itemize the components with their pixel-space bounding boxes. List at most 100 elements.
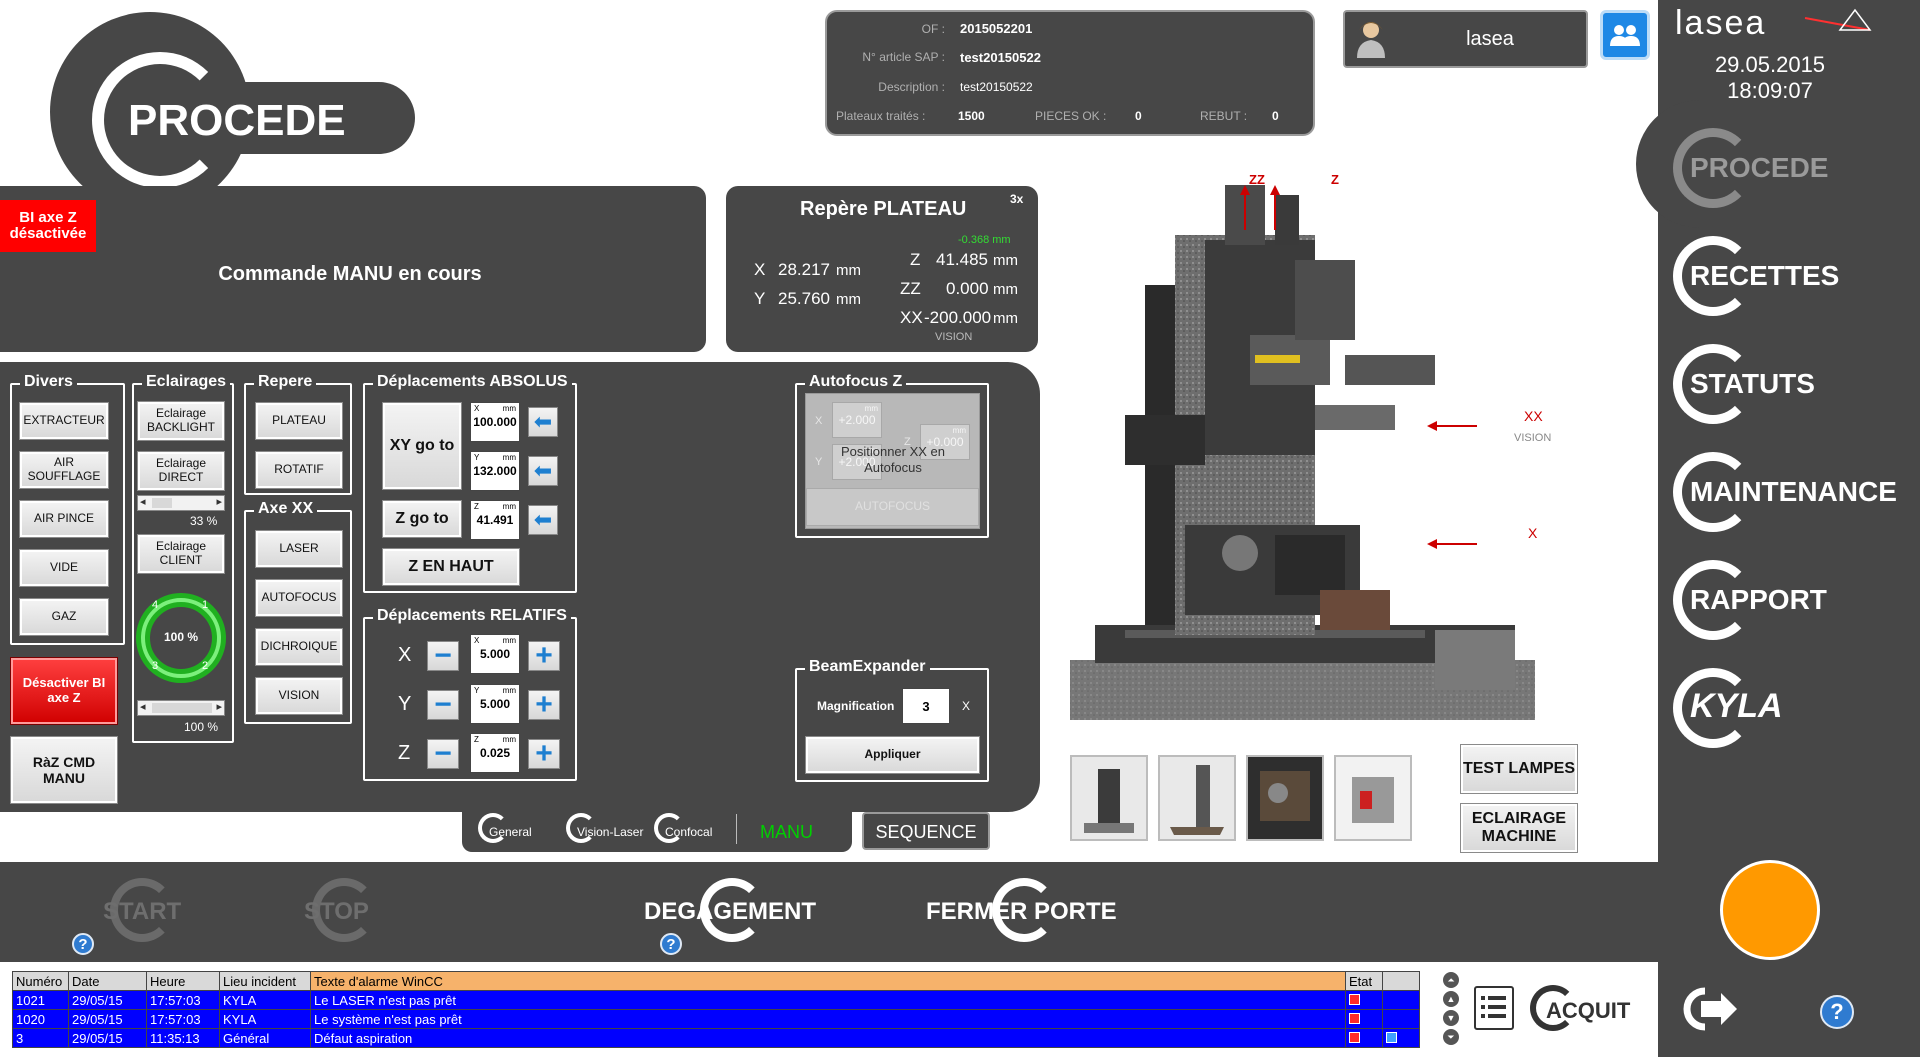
mode-general[interactable]: General	[478, 813, 558, 847]
af-z-unit: mm	[952, 426, 966, 435]
degagement-button[interactable]: DEGAGEMENT	[644, 898, 816, 926]
col-date[interactable]: Date	[68, 971, 147, 991]
slider-left-arrow-icon[interactable]: ◂	[140, 495, 146, 508]
abs-z-value: 41.491	[476, 513, 514, 527]
sap-value: test20150522	[960, 50, 1041, 65]
alarm-list-icon[interactable]	[1474, 986, 1514, 1030]
vide-button[interactable]: VIDE	[19, 549, 109, 587]
view-thumbnail-3[interactable]	[1246, 755, 1324, 841]
nav-recettes[interactable]: RECETTES	[1670, 228, 1920, 324]
plateau-button[interactable]: PLATEAU	[255, 402, 343, 440]
eclairage-backlight-button[interactable]: Eclairage BACKLIGHT	[137, 401, 225, 441]
rel-y-plus-button[interactable]: +	[528, 690, 560, 720]
table-row[interactable]: 3 29/05/15 11:35:13 Général Défaut aspir…	[12, 1028, 1420, 1048]
eclairage-direct-button[interactable]: Eclairage DIRECT	[137, 451, 225, 491]
reset-cmd-manu-button[interactable]: RàZ CMD MANU	[10, 736, 118, 804]
col-etat[interactable]: Etat	[1345, 971, 1383, 991]
help-icon[interactable]: ?	[1820, 995, 1854, 1029]
af-x-label: X	[815, 415, 823, 427]
rel-y-input[interactable]: Y mm 5.000	[470, 684, 520, 724]
acquit-button[interactable]: ACQUIT	[1546, 998, 1630, 1024]
alarm-etat-cell	[1345, 1009, 1383, 1029]
vision-button[interactable]: VISION	[255, 677, 343, 715]
col-lieu[interactable]: Lieu incident	[219, 971, 311, 991]
apply-y-arrow-icon[interactable]: ⬅	[528, 456, 558, 486]
alarm-etat-cell	[1345, 1028, 1383, 1048]
start-help-icon[interactable]: ?	[72, 933, 94, 955]
alarm-state-icon	[1349, 993, 1360, 1005]
alarm-lieu: KYLA	[219, 1009, 311, 1029]
nav-statuts[interactable]: STATUTS	[1670, 336, 1920, 432]
rel-z-plus-button[interactable]: +	[528, 739, 560, 769]
rel-z-input[interactable]: Z mm 0.025	[470, 733, 520, 773]
rel-x-plus-button[interactable]: +	[528, 641, 560, 671]
nav-maintenance[interactable]: MAINTENANCE	[1670, 444, 1920, 540]
direct-slider[interactable]: ◂ ▸	[137, 495, 225, 511]
autofocus-axis-button[interactable]: AUTOFOCUS	[255, 579, 343, 617]
nav-kyla[interactable]: KYLA	[1670, 660, 1920, 756]
apply-z-arrow-icon[interactable]: ⬅	[528, 505, 558, 535]
laser-button[interactable]: LASER	[255, 530, 343, 568]
rebut-label: REBUT :	[1200, 109, 1248, 123]
dichroique-button[interactable]: DICHROIQUE	[255, 628, 343, 666]
magnification-input[interactable]: 3	[902, 688, 950, 724]
rel-x-input[interactable]: X mm 5.000	[470, 634, 520, 674]
table-row[interactable]: 1020 29/05/15 17:57:03 KYLA Le système n…	[12, 1009, 1420, 1029]
scroll-bottom-icon[interactable]: ⏷	[1443, 1029, 1459, 1045]
col-numero[interactable]: Numéro	[12, 971, 69, 991]
eclairage-machine-button[interactable]: ECLAIRAGE MACHINE	[1460, 803, 1578, 853]
abs-y-input[interactable]: Y mm 132.000	[470, 451, 520, 491]
z-goto-button[interactable]: Z go to	[382, 500, 462, 538]
slider-right-arrow-icon[interactable]: ▸	[216, 700, 222, 713]
eclairage-client-button[interactable]: Eclairage CLIENT	[137, 534, 225, 574]
z-en-haut-button[interactable]: Z EN HAUT	[382, 548, 520, 586]
mode-confocal[interactable]: Confocal	[654, 813, 734, 847]
magnification-unit: X	[962, 699, 971, 713]
deactivate-bi-axe-z-button[interactable]: Désactiver BI axe Z	[10, 657, 118, 725]
rotatif-button[interactable]: ROTATIF	[255, 451, 343, 489]
table-row[interactable]: 1021 29/05/15 17:57:03 KYLA Le LASER n'e…	[12, 990, 1420, 1010]
extracteur-button[interactable]: EXTRACTEUR	[19, 402, 109, 440]
view-thumbnail-1[interactable]	[1070, 755, 1148, 841]
client-slider-fill	[152, 703, 212, 713]
xy-goto-button[interactable]: XY go to	[382, 402, 462, 490]
axe-xx-title: Axe XX	[254, 500, 318, 518]
scroll-top-icon[interactable]: ⏶	[1443, 972, 1459, 988]
col-heure[interactable]: Heure	[146, 971, 220, 991]
rel-z-minus-button[interactable]: −	[427, 739, 459, 769]
slider-right-arrow-icon[interactable]: ▸	[216, 495, 222, 508]
repere-group-title: Repere	[254, 373, 317, 391]
nav-procede[interactable]: PROCEDE	[1670, 120, 1920, 216]
col-texte[interactable]: Texte d'alarme WinCC	[310, 971, 1346, 991]
appliquer-button[interactable]: Appliquer	[805, 736, 980, 774]
abs-z-input[interactable]: Z mm 41.491	[470, 500, 520, 540]
start-button[interactable]: START	[103, 898, 181, 926]
view-thumbnail-4[interactable]	[1334, 755, 1412, 841]
logout-icon[interactable]	[1683, 985, 1743, 1033]
alarm-numero: 3	[12, 1028, 69, 1048]
users-group-icon[interactable]	[1600, 10, 1650, 60]
alarm-header-row: Numéro Date Heure Lieu incident Texte d'…	[12, 971, 1420, 991]
view-thumbnail-2[interactable]	[1158, 755, 1236, 841]
mode-vision-laser[interactable]: Vision-Laser	[566, 813, 662, 847]
rel-y-minus-button[interactable]: −	[427, 690, 459, 720]
nav-rapport[interactable]: RAPPORT	[1670, 552, 1920, 648]
test-lampes-button[interactable]: TEST LAMPES	[1460, 744, 1578, 794]
slider-left-arrow-icon[interactable]: ◂	[140, 700, 146, 713]
apply-x-arrow-icon[interactable]: ⬅	[528, 407, 558, 437]
stop-button[interactable]: STOP	[304, 898, 369, 926]
rel-x-minus-button[interactable]: −	[427, 641, 459, 671]
air-soufflage-button[interactable]: AIR SOUFFLAGE	[19, 451, 109, 489]
client-slider[interactable]: ◂ ▸	[137, 700, 225, 716]
mode-manu[interactable]: MANU	[760, 822, 813, 843]
nav-maintenance-label: MAINTENANCE	[1690, 476, 1897, 507]
orange-status-indicator[interactable]	[1720, 860, 1820, 960]
degagement-help-icon[interactable]: ?	[660, 933, 682, 955]
fermer-porte-button[interactable]: FERMER PORTE	[926, 898, 1117, 926]
air-pince-button[interactable]: AIR PINCE	[19, 500, 109, 538]
scroll-up-icon[interactable]: ▲	[1443, 991, 1459, 1007]
repere-xx-label: XX	[900, 308, 923, 327]
scroll-down-icon[interactable]: ▼	[1443, 1010, 1459, 1026]
abs-x-input[interactable]: X mm 100.000	[470, 402, 520, 442]
gaz-button[interactable]: GAZ	[19, 598, 109, 636]
